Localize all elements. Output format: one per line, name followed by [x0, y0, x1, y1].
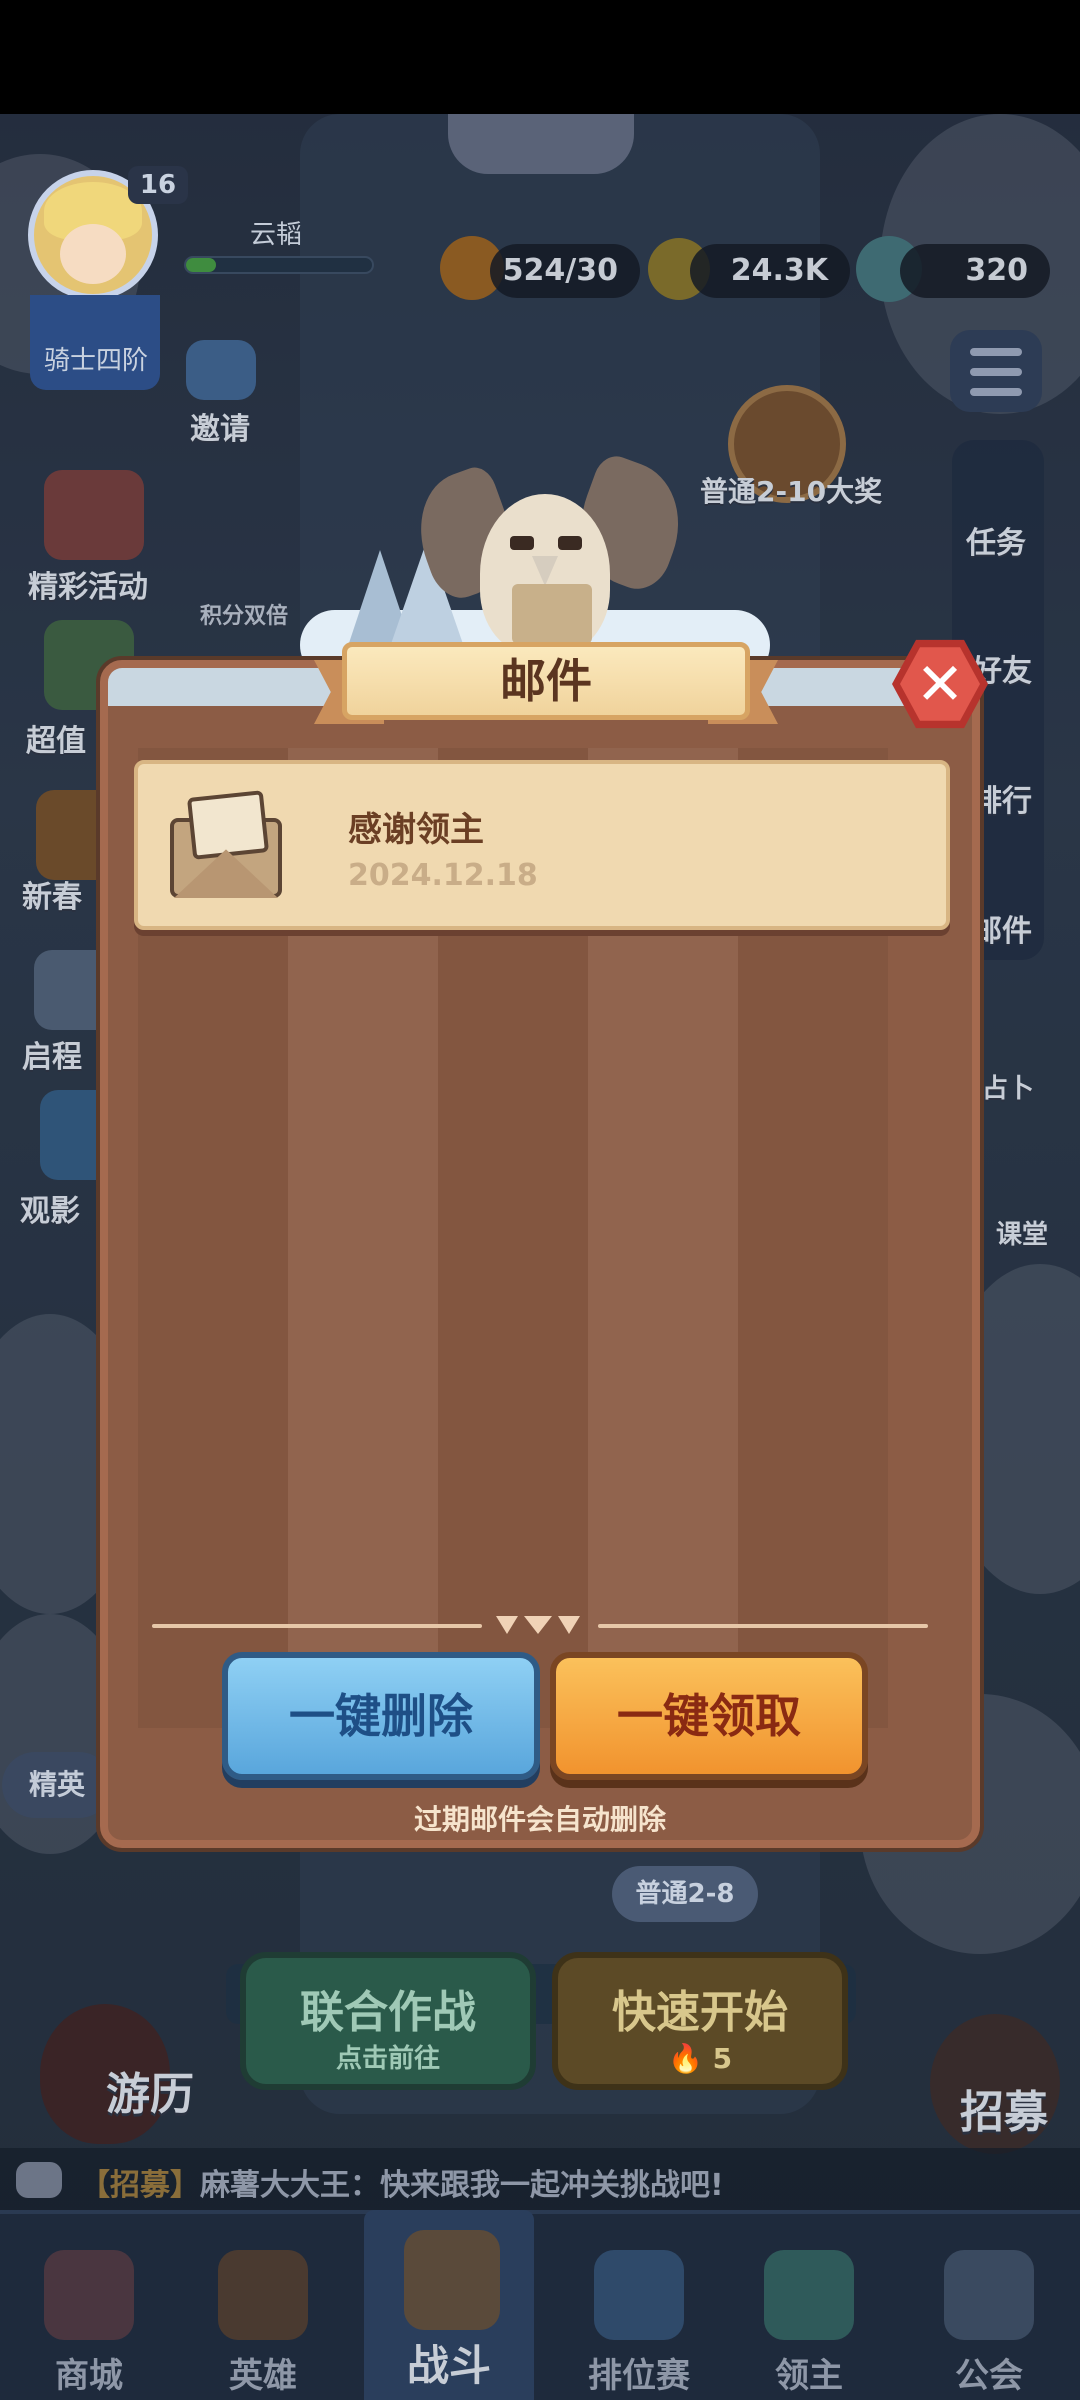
- expired-mail-notice: 过期邮件会自动删除: [413, 1803, 666, 1836]
- owl-letter: [512, 584, 592, 644]
- chat-message-text: 麻薯大大王：快来跟我一起冲关挑战吧!: [200, 2168, 724, 2203]
- claim-all-label: 一键领取: [617, 1689, 801, 1743]
- gold-counter[interactable]: 24.3K: [690, 244, 850, 298]
- delete-all-label: 一键删除: [289, 1689, 473, 1743]
- envelope-letter: [186, 790, 270, 860]
- nav-battle[interactable]: 战斗: [364, 2210, 534, 2400]
- quick-start-cost: 🔥 5: [558, 2042, 842, 2075]
- divider-line: [598, 1624, 928, 1628]
- guild-icon: [944, 2250, 1034, 2340]
- elite-button[interactable]: 精英: [2, 1752, 112, 1818]
- owl-eye: [510, 536, 534, 550]
- nav-heroes[interactable]: 英雄: [178, 2214, 348, 2400]
- nav-battle-label: 战斗: [406, 2341, 491, 2390]
- coop-battle-button[interactable]: 联合作战 点击前往: [240, 1952, 536, 2090]
- chat-message: 【招募】麻薯大大王：快来跟我一起冲关挑战吧!: [80, 2160, 724, 2204]
- nav-ranked-label: 排位赛: [588, 2356, 690, 2396]
- shop-icon: [44, 2250, 134, 2340]
- quick-start-title: 快速开始: [612, 1987, 788, 2038]
- player-rank-label: 骑士四阶: [43, 346, 148, 376]
- events-button[interactable]: 精彩活动: [28, 562, 148, 606]
- chat-tag: 【招募】: [80, 2168, 200, 2203]
- mail-dialog-title: 邮件: [342, 642, 750, 720]
- nav-ranked[interactable]: 排位赛: [554, 2214, 724, 2400]
- invite-icon: [186, 340, 256, 400]
- tasks-button[interactable]: 任务: [966, 518, 1026, 562]
- bottom-navigation: 商城 英雄 战斗 排位赛 领主 公会: [0, 2210, 1080, 2400]
- owl-eye: [558, 536, 582, 550]
- nav-shop[interactable]: 商城: [4, 2214, 174, 2400]
- fortune-button[interactable]: 占卜: [982, 1068, 1034, 1105]
- invite-button[interactable]: 邀请: [190, 404, 250, 448]
- player-level-badge: 16: [128, 166, 188, 204]
- gem-counter[interactable]: 320: [900, 244, 1050, 298]
- crossed-swords-icon: [404, 2230, 500, 2330]
- divider-heart-icon: [524, 1616, 552, 1634]
- claim-all-button[interactable]: 一键领取: [550, 1652, 868, 1780]
- rank-button[interactable]: 排行: [972, 776, 1032, 820]
- class-button[interactable]: 课堂: [996, 1214, 1048, 1251]
- flame-icon: 🔥: [667, 2042, 703, 2075]
- nav-lord-label: 领主: [775, 2356, 843, 2396]
- nav-guild-label: 公会: [955, 2356, 1023, 2396]
- divider-heart-icon: [496, 1616, 518, 1634]
- travel-button[interactable]: 游历: [106, 2058, 194, 2122]
- coop-battle-title: 联合作战: [300, 1987, 476, 2038]
- nav-heroes-label: 英雄: [229, 2356, 297, 2396]
- status-bar: [0, 0, 1080, 114]
- chat-bubble-icon: [16, 2162, 62, 2198]
- divider-line: [152, 1624, 482, 1628]
- mail-list-item[interactable]: 感谢领主 2024.12.18: [134, 760, 950, 930]
- points-double-label: 积分双倍: [200, 604, 289, 629]
- envelope-icon: [164, 786, 288, 910]
- journey-button[interactable]: 启程: [22, 1032, 82, 1076]
- recruit-button[interactable]: 招募: [960, 2076, 1048, 2140]
- close-icon: ✕: [915, 650, 965, 718]
- player-name: 云韬: [250, 220, 303, 250]
- stage-reward-label: 普通2-10大奖: [700, 475, 883, 508]
- events-icon: [44, 470, 144, 560]
- stamina-counter[interactable]: 524/30: [490, 244, 640, 298]
- quick-start-cost-value: 5: [712, 2042, 733, 2075]
- top-reward-bubble[interactable]: [448, 114, 634, 174]
- coop-battle-subtitle: 点击前往: [335, 2044, 440, 2074]
- experience-fill: [186, 258, 216, 272]
- ranked-shield-icon: [594, 2250, 684, 2340]
- nav-guild[interactable]: 公会: [904, 2214, 1074, 2400]
- quick-start-button[interactable]: 快速开始 🔥 5: [552, 1952, 848, 2090]
- castle-icon: [764, 2250, 854, 2340]
- hamburger-menu-icon[interactable]: [950, 330, 1042, 412]
- current-stage-label: 普通2-8: [612, 1866, 758, 1922]
- hero-card-icon: [218, 2250, 308, 2340]
- mail-item-title: 感谢领主: [348, 810, 484, 850]
- game-screen: 16 骑士四阶 云韬 524/30 24.3K 320 邀请 精彩活动 积分双倍…: [0, 0, 1080, 2400]
- mail-item-date: 2024.12.18: [348, 858, 538, 893]
- close-dialog-button[interactable]: ✕: [892, 636, 988, 732]
- super-value-button[interactable]: 超值: [26, 716, 86, 760]
- nav-shop-label: 商城: [55, 2356, 123, 2396]
- divider-heart-icon: [558, 1616, 580, 1634]
- spring-festival-button[interactable]: 新春: [22, 872, 82, 916]
- chat-ticker[interactable]: 【招募】麻薯大大王：快来跟我一起冲关挑战吧!: [0, 2148, 1080, 2210]
- avatar-face: [60, 224, 126, 284]
- dialog-divider: [152, 1614, 928, 1638]
- mail-dialog-title-banner: 邮件: [314, 642, 778, 728]
- experience-bar: [184, 256, 374, 274]
- viewing-button[interactable]: 观影: [20, 1186, 80, 1230]
- delete-all-button[interactable]: 一键删除: [222, 1652, 540, 1780]
- mail-menu-button[interactable]: 邮件: [972, 906, 1032, 950]
- nav-lord[interactable]: 领主: [724, 2214, 894, 2400]
